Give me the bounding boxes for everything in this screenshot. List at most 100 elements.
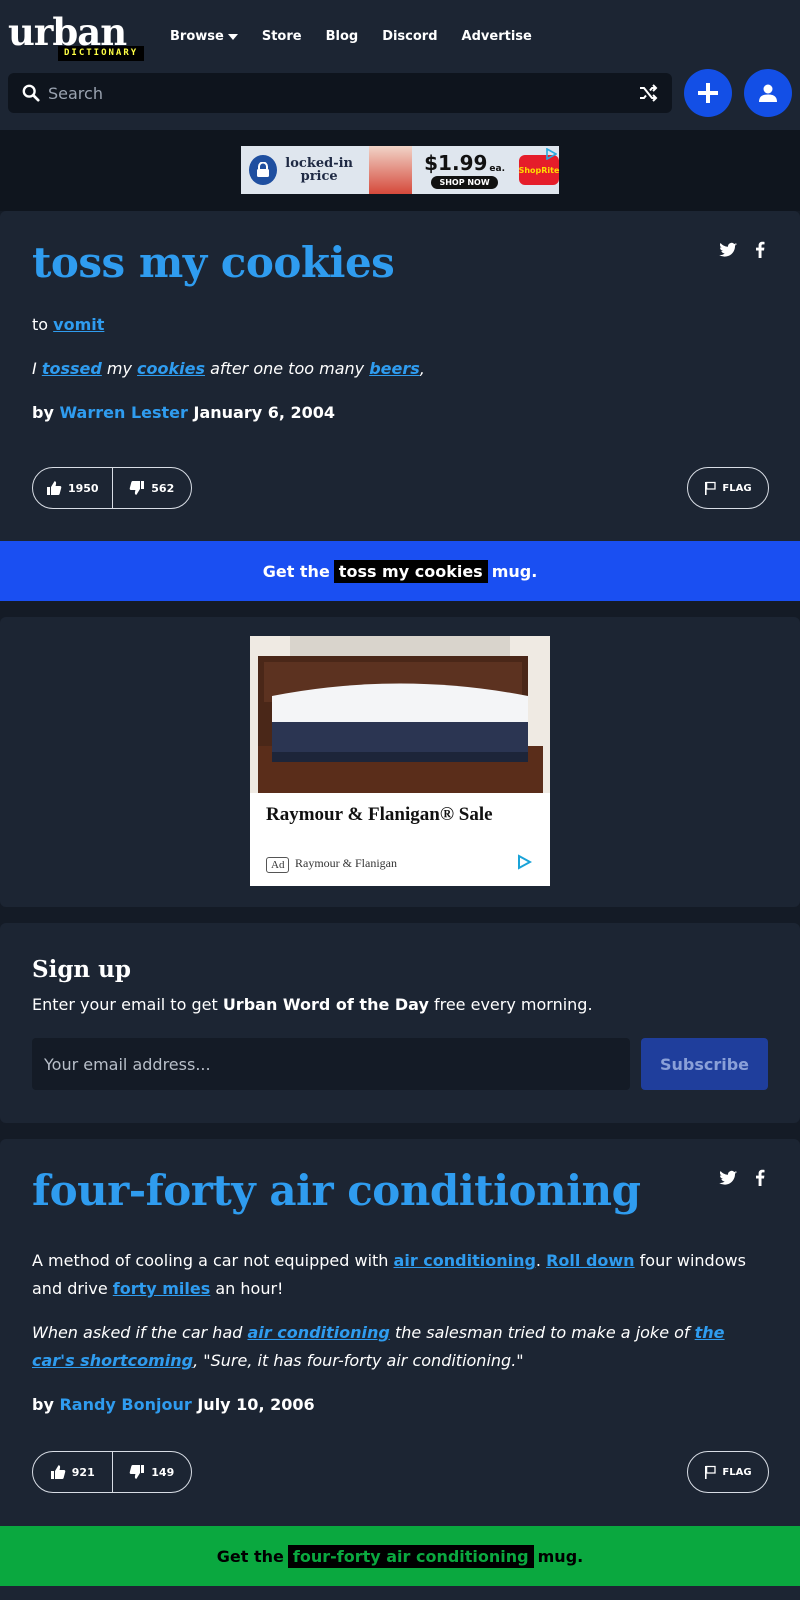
flag-icon <box>705 1465 717 1479</box>
user-account-button[interactable] <box>744 69 792 117</box>
ad-card: Raymour & Flanigan® Sale Ad Raymour & Fl… <box>0 617 800 907</box>
top-ad-band: locked-in price $1.99 ea. SHOP NOW ShopR… <box>0 130 800 211</box>
chevron-down-icon <box>227 34 238 40</box>
definition-example: When asked if the car had air conditioni… <box>32 1319 772 1375</box>
mug-word: four-forty air conditioning <box>287 1544 534 1568</box>
downvote-button[interactable]: 562 <box>113 468 192 508</box>
mattress-ad[interactable]: Raymour & Flanigan® Sale Ad Raymour & Fl… <box>250 636 550 886</box>
upvote-button[interactable]: 921 <box>33 1452 112 1492</box>
signup-card: Sign up Enter your email to get Urban Wo… <box>0 923 800 1123</box>
word-link[interactable]: air conditioning <box>247 1323 389 1342</box>
top-ad-price: $1.99 <box>424 150 488 175</box>
flag-label: FLAG <box>722 1466 752 1478</box>
ad-title: Raymour & Flanigan® Sale <box>266 804 493 825</box>
upvote-count: 1950 <box>67 481 99 495</box>
byline-prefix: by <box>32 403 54 422</box>
nav-advertise[interactable]: Advertise <box>462 28 532 46</box>
word-link[interactable]: cookies <box>137 359 205 378</box>
signup-text-bold: Urban Word of the Day <box>222 995 429 1014</box>
ad-badge: Ad <box>266 857 290 873</box>
downvote-count: 149 <box>151 1465 175 1479</box>
word-link[interactable]: beers <box>369 359 420 378</box>
user-icon <box>759 84 777 102</box>
example-text: the salesman tried to make a joke of <box>389 1323 695 1342</box>
byline-prefix: by <box>32 1395 54 1414</box>
date: January 6, 2004 <box>193 403 336 422</box>
word-link[interactable]: air conditioning <box>394 1251 536 1270</box>
example-text: after one too many <box>205 359 370 378</box>
top-ad-price-note: ea. <box>489 163 506 174</box>
urban-dictionary-logo[interactable]: urban DICTIONARY <box>8 12 158 62</box>
top-ad-headline: locked-in price <box>285 156 353 184</box>
add-definition-button[interactable] <box>684 69 732 117</box>
upvote-button[interactable]: 1950 <box>33 468 112 508</box>
mug-banner[interactable]: Get the four-forty air conditioning mug. <box>0 1526 800 1586</box>
example-text: , <box>419 359 425 378</box>
signup-title: Sign up <box>32 956 131 983</box>
mug-text-after: mug. <box>537 1546 584 1566</box>
flag-icon <box>705 481 717 495</box>
example-text: my <box>101 359 138 378</box>
flag-label: FLAG <box>722 482 752 494</box>
shuffle-icon[interactable] <box>638 83 658 103</box>
ad-source: Raymour & Flanigan <box>295 856 397 870</box>
top-ad-shop-now: SHOP NOW <box>431 175 498 189</box>
downvote-count: 562 <box>151 481 175 495</box>
search-input[interactable] <box>48 73 628 113</box>
nav-browse-label: Browse <box>170 29 224 44</box>
byline: by Randy Bonjour July 10, 2006 <box>32 1393 315 1417</box>
logo-tag: DICTIONARY <box>58 46 145 61</box>
signup-text-part: free every morning. <box>428 995 593 1014</box>
byline: by Warren Lester January 6, 2004 <box>32 401 335 425</box>
facebook-icon[interactable] <box>750 240 770 260</box>
example-text: , "Sure, it has four-forty air condition… <box>193 1351 524 1370</box>
example-text: I <box>32 359 42 378</box>
word-link[interactable]: forty miles <box>113 1279 211 1298</box>
vote-group: 921 149 <box>32 1451 192 1493</box>
word-title[interactable]: four-forty air conditioning <box>32 1165 641 1217</box>
lock-icon <box>249 155 277 185</box>
word-link[interactable]: Roll down <box>546 1251 634 1270</box>
ad-arrow-icon[interactable] <box>516 854 532 870</box>
nav-discord[interactable]: Discord <box>382 28 437 46</box>
definition-meaning: to vomit <box>32 311 772 339</box>
main-nav: Browse Store Blog Discord Advertise <box>170 28 532 46</box>
subscribe-button[interactable]: Subscribe <box>641 1038 768 1090</box>
word-link[interactable]: tossed <box>42 359 102 378</box>
mug-text-before: Get the <box>216 1546 284 1566</box>
search-bar <box>8 73 672 113</box>
facebook-icon[interactable] <box>750 1168 770 1188</box>
author-link[interactable]: Warren Lester <box>59 403 187 422</box>
definition-card: toss my cookies to vomit I tossed my coo… <box>0 211 800 601</box>
mug-text-before: Get the <box>262 561 330 581</box>
word-title[interactable]: toss my cookies <box>32 237 395 289</box>
twitter-icon[interactable] <box>718 1168 738 1188</box>
downvote-button[interactable]: 149 <box>113 1452 192 1492</box>
mug-text-after: mug. <box>491 561 538 581</box>
flag-button[interactable]: FLAG <box>687 1451 769 1493</box>
meaning-text: A method of cooling a car not equipped w… <box>32 1251 394 1270</box>
definition-card: four-forty air conditioning A method of … <box>0 1139 800 1600</box>
signup-text: Enter your email to get Urban Word of th… <box>32 995 593 1015</box>
thumbs-up-icon <box>50 1465 66 1479</box>
vote-group: 1950 562 <box>32 467 192 509</box>
twitter-icon[interactable] <box>718 240 738 260</box>
top-banner-ad[interactable]: locked-in price $1.99 ea. SHOP NOW ShopR… <box>241 146 559 194</box>
example-text: When asked if the car had <box>32 1323 248 1342</box>
date: July 10, 2006 <box>197 1395 315 1414</box>
author-link[interactable]: Randy Bonjour <box>59 1395 191 1414</box>
flag-button[interactable]: FLAG <box>687 467 769 509</box>
email-field[interactable] <box>32 1038 630 1090</box>
nav-blog[interactable]: Blog <box>326 28 359 46</box>
meaning-text: . <box>535 1251 547 1270</box>
nav-store[interactable]: Store <box>262 28 302 46</box>
word-link[interactable]: vomit <box>53 315 104 334</box>
adchoices-icon[interactable] <box>545 148 557 160</box>
thumbs-down-icon <box>129 481 145 495</box>
ad-image <box>250 636 550 793</box>
thumbs-up-icon <box>46 481 62 495</box>
upvote-count: 921 <box>71 1465 95 1479</box>
mug-banner[interactable]: Get the toss my cookies mug. <box>0 541 800 601</box>
nav-browse[interactable]: Browse <box>170 28 238 46</box>
mug-word: toss my cookies <box>333 559 488 583</box>
